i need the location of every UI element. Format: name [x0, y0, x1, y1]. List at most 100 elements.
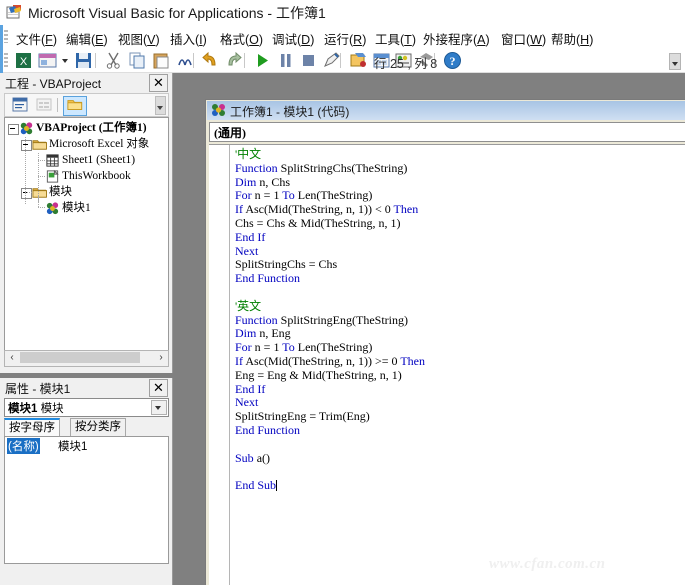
properties-tab-2[interactable]: 按分类序 [70, 418, 126, 436]
hscroll-thumb[interactable] [20, 352, 140, 363]
close-icon[interactable]: ✕ [149, 379, 168, 397]
properties-header: 属性 - 模块1 ✕ [0, 378, 172, 397]
code-token: SplitStringChs = Chs [235, 257, 338, 272]
menu-item-8[interactable]: 工具(T) [373, 28, 418, 49]
svg-text:X: X [20, 56, 28, 68]
code-line-18: End If [235, 382, 685, 397]
code-line-19: Next [235, 395, 685, 410]
project-explorer-header: 工程 - VBAProject ✕ [0, 73, 172, 92]
code-line-7: End If [235, 230, 685, 245]
menu-item-5[interactable]: 格式(O) [218, 28, 265, 49]
window-title: Microsoft Visual Basic for Applications … [28, 5, 326, 21]
copy-icon[interactable] [128, 51, 147, 70]
menubar-grip[interactable] [4, 30, 8, 43]
module-icon [45, 201, 60, 219]
menu-item-4[interactable]: 插入(I) [168, 28, 209, 49]
toggle-folders-button[interactable] [63, 96, 87, 116]
menu-item-1[interactable]: 文件(F) [14, 28, 59, 49]
tree-item-label: VBAProject (工作簿1) [36, 122, 147, 134]
menu-item-2[interactable]: 编辑(E) [64, 28, 110, 49]
run-icon[interactable] [253, 51, 272, 70]
code-window-title: 工作簿1 - 模块1 (代码) [230, 105, 350, 119]
property-name: (名称) [7, 438, 40, 454]
code-keyword: Function [235, 160, 278, 175]
tree-item-label: Sheet1 (Sheet1) [62, 154, 136, 166]
code-window-combo-bar: (通用) [209, 122, 685, 142]
tree-expander-icon[interactable] [21, 140, 32, 151]
insert-userform-icon[interactable] [38, 51, 57, 70]
properties-tab-1[interactable]: 按字母序 [4, 418, 60, 437]
vba-app-icon [6, 5, 21, 19]
code-line-4: For n = 1 To Len(TheString) [235, 188, 685, 203]
undo-icon[interactable] [201, 51, 220, 70]
redo-icon[interactable] [224, 51, 243, 70]
menu-item-11[interactable]: 帮助(H) [549, 28, 595, 49]
code-keyword: Next [235, 243, 259, 258]
code-comment: '中文 [235, 147, 262, 161]
scroll-left-icon[interactable]: ‹ [5, 351, 19, 364]
properties-combo-name: 模块1 [8, 403, 38, 415]
view-code-button[interactable] [9, 96, 31, 114]
code-token: Asc(Mid(TheString, n, 1)) < 0 [243, 202, 394, 217]
code-keyword: Dim [235, 326, 257, 341]
toolbar-grip[interactable] [4, 53, 8, 68]
pause-icon[interactable] [276, 51, 295, 70]
code-token: Len(TheString) [294, 188, 373, 203]
close-icon[interactable]: ✕ [149, 74, 168, 92]
stop-icon[interactable] [299, 51, 318, 70]
property-value[interactable]: 模块1 [58, 438, 87, 454]
menu-bar: 文件(F) 编辑(E) 视图(V) 插入(I) 格式(O) 调试(D) 运行(R) 工具(T)… [0, 25, 685, 48]
view-excel-icon[interactable]: X [14, 51, 33, 70]
code-keyword: Then [393, 202, 419, 217]
view-object-button[interactable] [33, 96, 55, 114]
toolbar-separator-2 [193, 53, 194, 68]
code-comment: '英文 [235, 298, 262, 313]
tree-expander-icon[interactable] [21, 188, 32, 199]
toolbar-overflow-button[interactable] [669, 53, 681, 70]
code-line-9: SplitStringChs = Chs [235, 257, 685, 272]
project-explorer-icon[interactable] [349, 51, 368, 70]
menu-item-10[interactable]: 窗口(W) [499, 28, 548, 49]
project-toolbar-separator [57, 98, 58, 112]
code-token: Eng = Eng & Mid(TheString, n, 1) [235, 367, 402, 382]
tree-connector-4 [38, 176, 46, 177]
project-toolbar-overflow[interactable] [155, 96, 166, 115]
save-icon[interactable] [74, 51, 93, 70]
tree-expander-icon[interactable] [8, 124, 19, 135]
project-tree[interactable]: VBAProject (工作簿1) Microsoft Excel 对象 Sheet… [4, 117, 169, 351]
code-line-23: Sub a() [235, 451, 685, 466]
properties-grid[interactable]: (名称) 模块1 [4, 436, 169, 564]
paste-icon[interactable] [152, 51, 171, 70]
properties-combo-type: 模块 [37, 403, 64, 415]
properties-title: 属性 - 模块1 [5, 382, 71, 396]
properties-tabs: 按字母序 按分类序 [4, 418, 167, 437]
code-token: n = 1 [251, 188, 283, 203]
menu-item-3[interactable]: 视图(V) [116, 28, 162, 49]
cut-icon[interactable] [104, 51, 123, 70]
properties-object-combo[interactable]: 模块1 模块 [4, 398, 169, 417]
project-tree-hscrollbar[interactable]: ‹ › [4, 350, 169, 367]
code-keyword: For [235, 188, 252, 203]
code-window-titlebar[interactable]: 工作簿1 - 模块1 (代码) [207, 101, 685, 120]
tree-item-label: 模块 [49, 186, 72, 198]
design-mode-icon[interactable] [322, 51, 341, 70]
scroll-right-icon[interactable]: › [154, 351, 168, 364]
properties-panel: 属性 - 模块1 ✕ 模块1 模块 按字母序 按分类序 (名称) 模块1 [0, 378, 173, 585]
code-line-13: Function SplitStringEng(TheString) [235, 313, 685, 328]
code-editor[interactable]: '中文 Function SplitStringChs(TheString) Dim… [209, 144, 685, 585]
help-icon[interactable]: ? [443, 51, 462, 70]
code-keyword: If [235, 353, 243, 368]
chevron-down-icon[interactable] [151, 400, 167, 415]
code-keyword: End Function [235, 422, 300, 437]
code-line-21: End Function [235, 422, 685, 438]
code-token: SplitStringChs(TheString) [277, 160, 408, 175]
menu-item-7[interactable]: 运行(R) [322, 28, 368, 49]
property-row-1[interactable]: (名称) 模块1 [5, 437, 168, 454]
code-text[interactable]: '中文 Function SplitStringChs(TheString) Dim… [235, 147, 685, 493]
vba-editor-window: Microsoft Visual Basic for Applications … [0, 0, 685, 585]
menu-item-9[interactable]: 外接程序(A) [421, 28, 492, 49]
object-combo[interactable]: (通用) [209, 122, 685, 142]
menu-item-6[interactable]: 调试(D) [270, 28, 316, 49]
